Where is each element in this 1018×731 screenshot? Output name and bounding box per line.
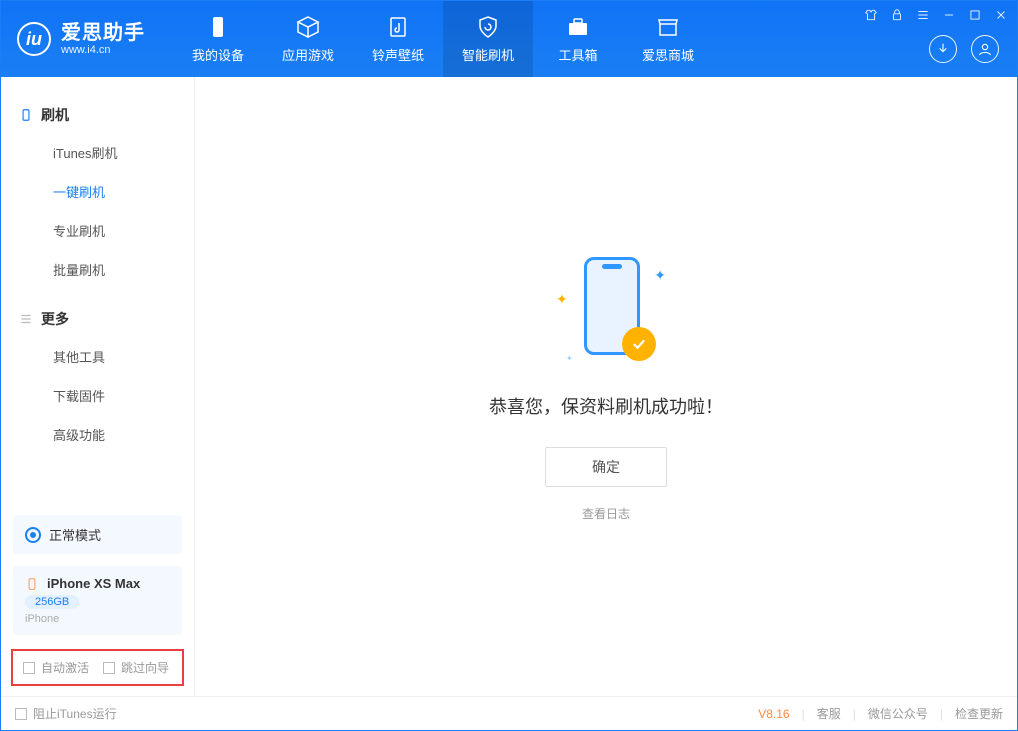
shield-refresh-icon	[476, 15, 500, 39]
checkbox-block-itunes-label: 阻止iTunes运行	[33, 705, 117, 722]
sidebar-item-batch-flash[interactable]: 批量刷机	[1, 250, 194, 289]
sidebar-item-itunes-flash[interactable]: iTunes刷机	[1, 133, 194, 172]
download-button[interactable]	[929, 35, 957, 63]
support-link[interactable]: 客服	[817, 705, 841, 722]
top-tabs: 我的设备 应用游戏 铃声壁纸 智能刷机 工具箱 爱思商城	[173, 1, 713, 77]
store-icon	[656, 15, 680, 39]
brand: iu 爱思助手 www.i4.cn	[1, 1, 163, 77]
tab-apps[interactable]: 应用游戏	[263, 1, 353, 77]
tab-toolbox-label: 工具箱	[558, 45, 597, 64]
phone-outline-icon	[25, 577, 39, 591]
cube-icon	[296, 15, 320, 39]
confirm-button[interactable]: 确定	[545, 447, 667, 487]
brand-url: www.i4.cn	[61, 44, 145, 56]
mode-indicator-icon	[25, 527, 41, 543]
maximize-button[interactable]	[967, 7, 983, 23]
sparkle-icon: ✦	[566, 354, 573, 363]
success-illustration: ✦ ✦ ✦	[516, 251, 696, 371]
main-content: ✦ ✦ ✦ 恭喜您，保资料刷机成功啦！ 确定 查看日志	[195, 77, 1017, 696]
tab-flash-label: 智能刷机	[462, 45, 514, 64]
device-name: iPhone XS Max	[47, 576, 140, 591]
sidebar-item-download-firmware[interactable]: 下载固件	[1, 376, 194, 415]
sidebar-item-advanced[interactable]: 高级功能	[1, 415, 194, 454]
music-file-icon	[386, 15, 410, 39]
brand-logo-icon: iu	[17, 22, 51, 56]
sidebar-item-oneclick-flash[interactable]: 一键刷机	[1, 172, 194, 211]
titlebar: iu 爱思助手 www.i4.cn 我的设备 应用游戏 铃声壁纸 智能刷机	[1, 1, 1017, 77]
tab-store-label: 爱思商城	[642, 45, 694, 64]
checkbox-icon	[15, 708, 27, 720]
checkbox-skip-guide-label: 跳过向导	[121, 659, 169, 676]
checkbox-skip-guide[interactable]: 跳过向导	[103, 659, 169, 676]
tab-apps-label: 应用游戏	[282, 45, 334, 64]
success-check-icon	[622, 327, 656, 361]
sidebar-item-other-tools[interactable]: 其他工具	[1, 337, 194, 376]
tab-ringtones-label: 铃声壁纸	[372, 45, 424, 64]
success-title: 恭喜您，保资料刷机成功啦！	[489, 393, 723, 419]
app-window: iu 爱思助手 www.i4.cn 我的设备 应用游戏 铃声壁纸 智能刷机	[0, 0, 1018, 731]
checkbox-icon	[23, 662, 35, 674]
minimize-button[interactable]	[941, 7, 957, 23]
checkbox-auto-activate[interactable]: 自动激活	[23, 659, 89, 676]
sidebar-section-flash-label: 刷机	[41, 105, 69, 125]
checkbox-auto-activate-label: 自动激活	[41, 659, 89, 676]
device-icon	[206, 15, 230, 39]
mode-label: 正常模式	[49, 525, 101, 544]
close-button[interactable]	[993, 7, 1009, 23]
list-icon	[19, 312, 33, 326]
tab-store[interactable]: 爱思商城	[623, 1, 713, 77]
toolbox-icon	[566, 15, 590, 39]
brand-name: 爱思助手	[61, 22, 145, 44]
tab-toolbox[interactable]: 工具箱	[533, 1, 623, 77]
tab-flash[interactable]: 智能刷机	[443, 1, 533, 77]
device-card[interactable]: iPhone XS Max 256GB iPhone	[13, 566, 182, 635]
account-button[interactable]	[971, 35, 999, 63]
version-label: V8.16	[758, 707, 789, 721]
tab-ringtones[interactable]: 铃声壁纸	[353, 1, 443, 77]
sidebar-item-pro-flash[interactable]: 专业刷机	[1, 211, 194, 250]
sparkle-icon: ✦	[654, 267, 666, 284]
header-right-actions	[929, 35, 999, 63]
options-row: 自动激活 跳过向导	[11, 649, 184, 686]
device-type: iPhone	[25, 613, 170, 625]
wechat-link[interactable]: 微信公众号	[868, 705, 928, 722]
sparkle-icon: ✦	[556, 291, 568, 308]
shirt-icon[interactable]	[863, 7, 879, 23]
sidebar-section-more: 更多	[1, 301, 194, 337]
sidebar-section-more-label: 更多	[41, 309, 69, 329]
view-log-link[interactable]: 查看日志	[582, 505, 630, 522]
statusbar: 阻止iTunes运行 V8.16 | 客服 | 微信公众号 | 检查更新	[1, 696, 1017, 730]
phone-small-icon	[19, 108, 33, 122]
tab-my-device-label: 我的设备	[192, 45, 244, 64]
menu-icon[interactable]	[915, 7, 931, 23]
sidebar-section-flash: 刷机	[1, 97, 194, 133]
tab-my-device[interactable]: 我的设备	[173, 1, 263, 77]
device-storage-badge: 256GB	[25, 595, 79, 609]
lock-icon[interactable]	[889, 7, 905, 23]
window-controls	[863, 7, 1009, 23]
checkbox-block-itunes[interactable]: 阻止iTunes运行	[15, 705, 117, 722]
mode-card[interactable]: 正常模式	[13, 515, 182, 554]
sidebar: 刷机 iTunes刷机 一键刷机 专业刷机 批量刷机 更多 其他工具 下载固件 …	[1, 77, 195, 696]
check-update-link[interactable]: 检查更新	[955, 705, 1003, 722]
checkbox-icon	[103, 662, 115, 674]
body: 刷机 iTunes刷机 一键刷机 专业刷机 批量刷机 更多 其他工具 下载固件 …	[1, 77, 1017, 696]
